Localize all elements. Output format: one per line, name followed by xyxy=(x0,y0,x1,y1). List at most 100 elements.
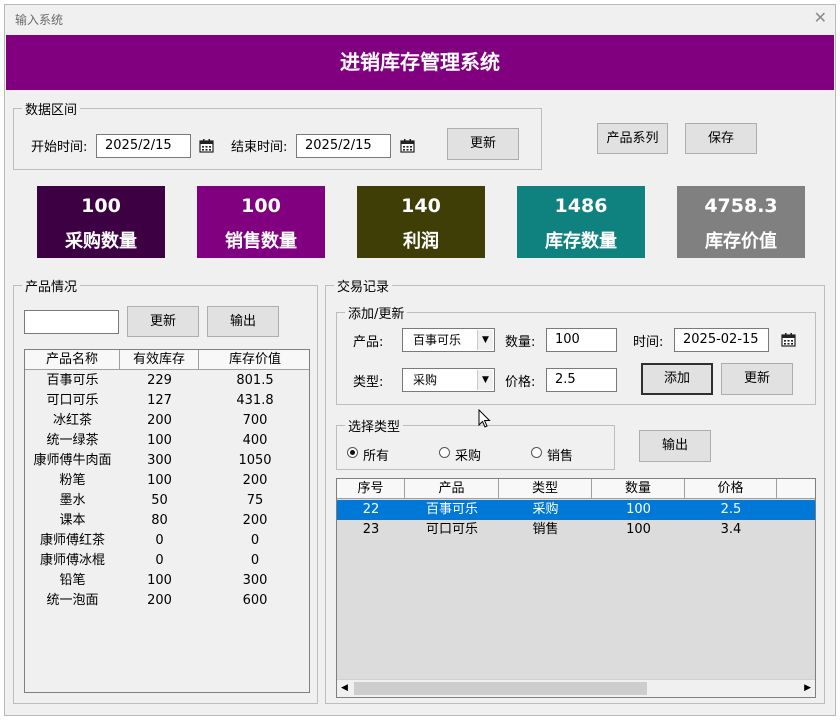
column-header[interactable]: 类型 xyxy=(499,479,592,499)
radio-purchase-label[interactable]: 采购 xyxy=(455,445,481,464)
table-cell[interactable]: 100 xyxy=(120,571,199,591)
time-field[interactable]: 2025-02-15 xyxy=(674,328,769,352)
table-cell[interactable]: 康师傅牛肉面 xyxy=(25,451,120,471)
start-date-field[interactable]: 2025/2/15 xyxy=(96,134,191,158)
table-cell[interactable]: 431.8 xyxy=(199,391,309,411)
table-cell[interactable]: 229 xyxy=(120,371,199,391)
table-cell[interactable]: 300 xyxy=(120,451,199,471)
table-cell[interactable]: 3.4 xyxy=(685,520,777,540)
date-update-button[interactable]: 更新 xyxy=(447,128,519,160)
price-label: 价格: xyxy=(505,375,536,390)
table-cell[interactable]: 200 xyxy=(120,411,199,431)
column-header[interactable]: 数量 xyxy=(592,479,685,499)
scroll-left-icon[interactable]: ◀ xyxy=(341,683,348,693)
kpi-label: 利润 xyxy=(403,231,439,252)
table-cell[interactable]: 400 xyxy=(199,431,309,451)
table-cell[interactable]: 粉笔 xyxy=(25,471,120,491)
product-export-button[interactable]: 输出 xyxy=(207,306,279,337)
product-panel-legend: 产品情况 xyxy=(25,280,78,295)
table-cell[interactable]: 127 xyxy=(120,391,199,411)
radio-all-label[interactable]: 所有 xyxy=(363,445,389,464)
column-header[interactable]: 价格 xyxy=(685,479,777,499)
table-cell[interactable]: 墨水 xyxy=(25,491,120,511)
table-cell[interactable]: 100 xyxy=(120,431,199,451)
table-cell[interactable]: 80 xyxy=(120,511,199,531)
table-cell[interactable]: 700 xyxy=(199,411,309,431)
table-cell[interactable]: 康师傅冰棍 xyxy=(25,551,120,571)
kpi-card-stock-qty: 1486 库存数量 xyxy=(517,186,645,258)
end-date-field[interactable]: 2025/2/15 xyxy=(296,134,391,158)
product-update-button[interactable]: 更新 xyxy=(127,306,199,337)
chevron-down-icon[interactable]: ▼ xyxy=(477,370,493,390)
table-cell[interactable]: 100 xyxy=(592,520,685,540)
table-cell[interactable]: 100 xyxy=(592,500,685,520)
table-cell[interactable]: 2.5 xyxy=(685,500,777,520)
chevron-down-icon[interactable]: ▼ xyxy=(477,330,493,350)
scrollbar-thumb[interactable] xyxy=(354,682,647,695)
table-cell[interactable]: 22 xyxy=(337,500,405,520)
table-cell[interactable]: 可口可乐 xyxy=(405,520,499,540)
type-label: 类型: xyxy=(353,375,384,390)
kpi-value: 4758.3 xyxy=(704,195,778,217)
table-cell[interactable]: 600 xyxy=(199,591,309,611)
product-select[interactable]: 百事可乐 ▼ xyxy=(402,328,495,352)
table-cell[interactable]: 统一泡面 xyxy=(25,591,120,611)
table-cell[interactable]: 75 xyxy=(199,491,309,511)
product-search-input[interactable] xyxy=(24,310,119,334)
table-cell[interactable]: 0 xyxy=(199,551,309,571)
add-button[interactable]: 添加 xyxy=(641,363,713,395)
column-header[interactable]: 序号 xyxy=(337,479,405,499)
table-cell[interactable]: 50 xyxy=(120,491,199,511)
table-cell[interactable]: 200 xyxy=(199,471,309,491)
column-header[interactable]: 有效库存 xyxy=(120,350,199,370)
table-cell[interactable]: 课本 xyxy=(25,511,120,531)
column-header[interactable]: 库存价值 xyxy=(199,350,309,370)
transaction-list[interactable]: 序号 产品 类型 数量 价格 22 百事可乐 采购 100 2.5 23 可口可乐 销售 100… xyxy=(336,478,816,698)
table-cell[interactable]: 200 xyxy=(199,511,309,531)
table-cell[interactable]: 0 xyxy=(199,531,309,551)
calendar-icon[interactable] xyxy=(199,138,214,153)
quantity-field[interactable]: 100 xyxy=(546,328,617,352)
table-cell[interactable]: 0 xyxy=(120,531,199,551)
table-cell[interactable]: 1050 xyxy=(199,451,309,471)
kpi-card-stock-value: 4758.3 库存价值 xyxy=(677,186,805,258)
radio-purchase[interactable] xyxy=(439,447,450,458)
column-header[interactable]: 产品 xyxy=(405,479,499,499)
type-select[interactable]: 采购 ▼ xyxy=(402,368,495,392)
table-cell[interactable]: 冰红茶 xyxy=(25,411,120,431)
type-filter-legend: 选择类型 xyxy=(348,420,401,435)
kpi-label: 采购数量 xyxy=(65,231,137,252)
radio-sales-label[interactable]: 销售 xyxy=(547,445,573,464)
table-cell[interactable]: 销售 xyxy=(499,520,592,540)
transaction-export-button[interactable]: 输出 xyxy=(639,430,711,462)
radio-sales[interactable] xyxy=(531,447,542,458)
time-label: 时间: xyxy=(633,335,664,350)
table-cell[interactable]: 百事可乐 xyxy=(405,500,499,520)
transaction-update-button[interactable]: 更新 xyxy=(721,363,793,395)
end-time-label: 结束时间: xyxy=(231,140,288,155)
price-field[interactable]: 2.5 xyxy=(546,368,617,392)
column-header[interactable]: 产品名称 xyxy=(25,350,120,370)
scroll-right-icon[interactable]: ▶ xyxy=(804,683,811,693)
horizontal-scrollbar[interactable]: ◀ ▶ xyxy=(337,679,815,697)
table-cell[interactable]: 统一绿茶 xyxy=(25,431,120,451)
product-series-button[interactable]: 产品系列 xyxy=(597,123,668,154)
table-cell[interactable]: 康师傅红茶 xyxy=(25,531,120,551)
calendar-icon[interactable] xyxy=(400,138,415,153)
calendar-icon[interactable] xyxy=(781,332,796,347)
kpi-card-sales-qty: 100 销售数量 xyxy=(197,186,325,258)
table-cell[interactable]: 200 xyxy=(120,591,199,611)
table-cell[interactable]: 23 xyxy=(337,520,405,540)
table-cell[interactable]: 801.5 xyxy=(199,371,309,391)
table-cell[interactable]: 300 xyxy=(199,571,309,591)
table-cell[interactable]: 百事可乐 xyxy=(25,371,120,391)
save-button[interactable]: 保存 xyxy=(685,123,757,154)
product-list[interactable]: 产品名称 有效库存 库存价值 百事可乐 229 801.5 可口可乐 127 431.8 冰… xyxy=(24,349,310,693)
radio-all[interactable] xyxy=(347,447,358,458)
table-cell[interactable]: 100 xyxy=(120,471,199,491)
table-cell[interactable]: 可口可乐 xyxy=(25,391,120,411)
table-cell[interactable]: 0 xyxy=(120,551,199,571)
close-icon[interactable]: ✕ xyxy=(814,8,827,27)
table-cell[interactable]: 铅笔 xyxy=(25,571,120,591)
table-cell[interactable]: 采购 xyxy=(499,500,592,520)
